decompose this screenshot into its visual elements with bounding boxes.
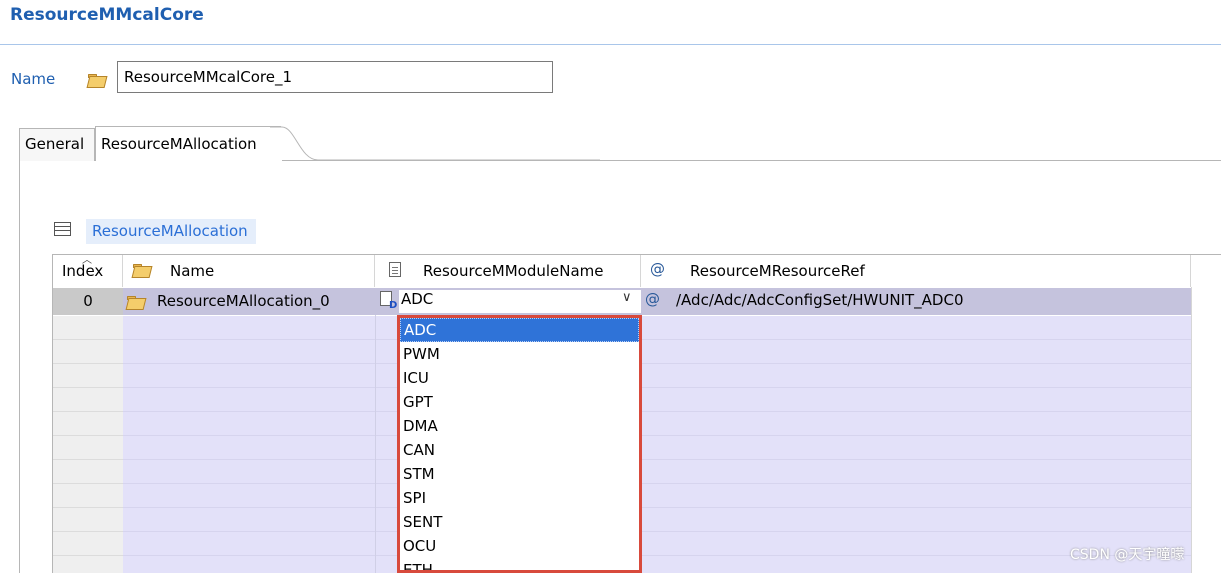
column-divider (1191, 255, 1192, 573)
dropdown-option-gpt[interactable]: GPT (400, 390, 639, 414)
tab-edge (270, 126, 600, 162)
table-icon (54, 222, 71, 236)
dropdown-option-icu[interactable]: ICU (400, 366, 639, 390)
name-label: Name (11, 70, 56, 88)
module-name-dropdown[interactable]: ADC PWM ICU GPT DMA CAN STM SPI SENT OCU… (397, 315, 642, 573)
dropdown-option-stm[interactable]: STM (400, 462, 639, 486)
folder-open-icon (133, 264, 150, 276)
row-name[interactable]: ResourceMAllocation_0 (157, 292, 330, 310)
watermark: CSDN @天宇曈曚 (1070, 547, 1185, 563)
tab-resourcemallocation[interactable]: ResourceMAllocation (95, 126, 281, 161)
module-name-combo[interactable]: ADC (399, 290, 641, 313)
dropdown-option-pwm[interactable]: PWM (400, 342, 639, 366)
column-header-module-name[interactable]: ResourceMModuleName (375, 255, 641, 287)
name-input[interactable] (117, 61, 553, 93)
page-title: ResourceMMcalCore (10, 5, 204, 25)
at-reference-icon: @ (650, 260, 665, 278)
derived-marker-icon: D (389, 300, 398, 311)
index-column-empty-rows (53, 316, 123, 573)
dropdown-option-sent[interactable]: SENT (400, 510, 639, 534)
sort-up-icon: ︿ (82, 255, 92, 266)
section-title[interactable]: ResourceMAllocation (86, 219, 256, 244)
dropdown-option-eth[interactable]: ETH (400, 558, 639, 570)
column-header-resource-ref[interactable]: ResourceMResourceRef (641, 255, 1191, 287)
folder-open-icon (88, 74, 105, 86)
row-index: 0 (53, 288, 123, 315)
tab-general[interactable]: General (19, 128, 95, 161)
column-divider (375, 288, 376, 573)
document-icon (389, 262, 401, 277)
table-empty-rows (123, 316, 1191, 573)
dropdown-option-can[interactable]: CAN (400, 438, 639, 462)
folder-open-icon (127, 296, 144, 308)
chevron-down-icon[interactable]: ∨ (622, 290, 632, 305)
dropdown-option-spi[interactable]: SPI (400, 486, 639, 510)
at-reference-icon: @ (645, 290, 660, 308)
row-resource-ref[interactable]: /Adc/Adc/AdcConfigSet/HWUNIT_ADC0 (676, 291, 964, 309)
dropdown-option-dma[interactable]: DMA (400, 414, 639, 438)
column-header-filler (1191, 255, 1221, 287)
dropdown-option-ocu[interactable]: OCU (400, 534, 639, 558)
title-divider (0, 44, 1221, 45)
dropdown-option-adc[interactable]: ADC (400, 318, 639, 342)
column-header-name[interactable]: Name (123, 255, 375, 287)
